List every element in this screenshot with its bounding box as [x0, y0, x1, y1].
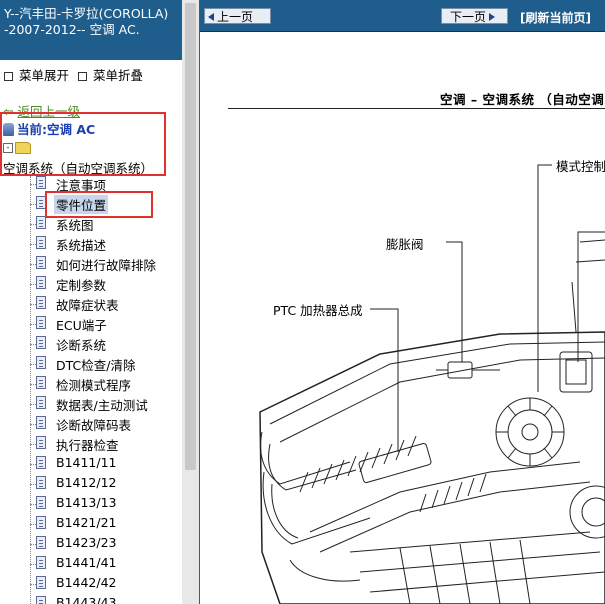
document-icon — [36, 516, 46, 529]
document-icon — [36, 236, 46, 249]
tree-item-label: DTC检查/清除 — [56, 358, 136, 373]
tree-item-label: 诊断故障码表 — [56, 418, 132, 433]
tree-item-label: B1421/21 — [56, 515, 117, 530]
document-icon — [36, 396, 46, 409]
document-icon — [36, 556, 46, 569]
tree-item-label: B1443/43 — [56, 595, 117, 604]
tree-item-label: 如何进行故障排除 — [56, 258, 157, 273]
tree-item-label: 系统描述 — [56, 238, 107, 253]
highlight-box-current — [0, 112, 166, 176]
left-arrow-icon — [208, 13, 214, 21]
next-page-label: 下一页 — [450, 10, 487, 24]
prev-page-button[interactable]: 上一页 — [204, 8, 271, 24]
menu-collapse-link[interactable]: 菜单折叠 — [93, 68, 143, 83]
document-icon — [36, 296, 46, 309]
tree-item-label: B1411/11 — [56, 455, 117, 470]
right-arrow-icon — [489, 13, 496, 21]
tree-item-label: 故障症状表 — [56, 298, 119, 313]
manual-title: Y--汽丰田-卡罗拉(COROLLA) -2007-2012-- 空调 AC. — [0, 0, 182, 60]
tree-item-label: 数据表/主动测试 — [56, 398, 148, 413]
expand-icon[interactable] — [4, 71, 13, 81]
document-icon — [36, 336, 46, 349]
document-icon — [36, 476, 46, 489]
tree-item-label: 执行器检查 — [56, 438, 119, 453]
tree-connector — [30, 176, 31, 604]
document-icon — [36, 356, 46, 369]
scroll-thumb[interactable] — [185, 3, 196, 470]
document-icon — [36, 416, 46, 429]
menu-expand-link[interactable]: 菜单展开 — [19, 68, 69, 83]
next-page-button[interactable]: 下一页 — [441, 8, 508, 24]
document-page: 空调 – 空调系统 （自动空调系 模式控制 膨胀阀 PTC 加热器总成 — [200, 32, 605, 604]
document-icon — [36, 596, 46, 604]
refresh-page-link[interactable]: [刷新当前页] — [520, 9, 591, 26]
document-icon — [36, 536, 46, 549]
tree-item-label: ECU端子 — [56, 318, 107, 333]
tree-item-label: B1423/23 — [56, 535, 117, 550]
document-icon — [36, 276, 46, 289]
document-icon — [36, 316, 46, 329]
tree-item-label: B1412/12 — [56, 475, 117, 490]
navigation-panel: Y--汽丰田-卡罗拉(COROLLA) -2007-2012-- 空调 AC. … — [0, 0, 199, 604]
tree-item-label: B1442/42 — [56, 575, 117, 590]
document-icon — [36, 376, 46, 389]
document-icon — [36, 456, 46, 469]
tree-item-label: B1413/13 — [56, 495, 117, 510]
tree-item-label: 检测模式程序 — [56, 378, 132, 393]
prev-page-label: 上一页 — [217, 10, 254, 24]
document-icon — [36, 436, 46, 449]
highlight-box-selected — [45, 191, 153, 218]
hvac-unit-diagram — [259, 164, 605, 604]
menu-controls: 菜单展开 菜单折叠 — [2, 65, 143, 84]
tree-item-label: B1441/41 — [56, 555, 117, 570]
document-icon — [36, 176, 46, 189]
document-icon — [36, 256, 46, 269]
document-icon — [36, 576, 46, 589]
tree-item-label: 诊断系统 — [56, 338, 107, 353]
document-icon — [36, 496, 46, 509]
tree-item-label: 定制参数 — [56, 278, 107, 293]
collapse-icon[interactable] — [78, 71, 87, 81]
